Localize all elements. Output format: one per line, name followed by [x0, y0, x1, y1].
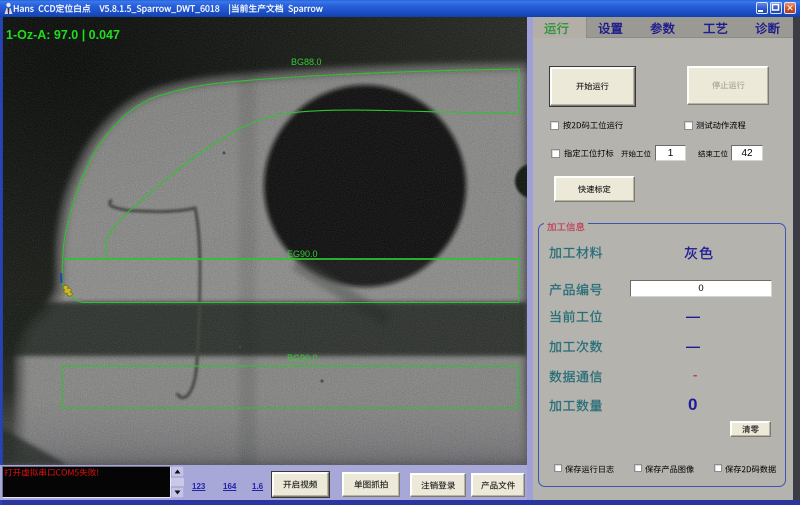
svg-text:1-Oz-A: 97.0 | 0.047: 1-Oz-A: 97.0 | 0.047: [6, 28, 120, 42]
svg-text:BG88.0: BG88.0: [291, 57, 322, 67]
svg-text:EG90.0: EG90.0: [287, 249, 318, 259]
svg-text:BG90.0: BG90.0: [287, 353, 318, 363]
